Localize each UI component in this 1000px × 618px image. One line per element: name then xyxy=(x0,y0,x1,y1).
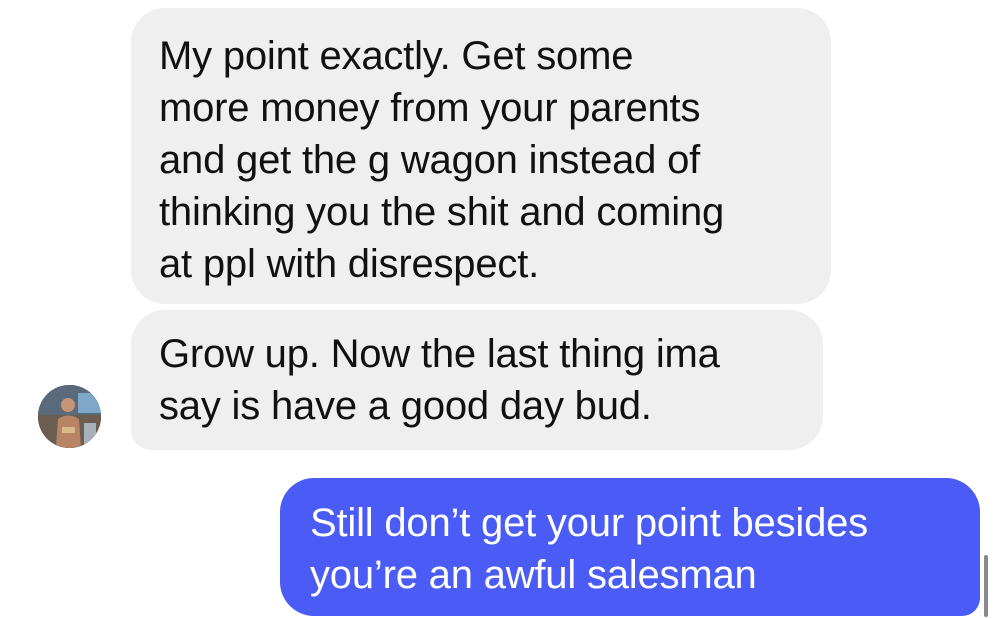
outgoing-message-bubble[interactable]: Still don’t get your point besides you’r… xyxy=(280,478,980,616)
scrollbar[interactable] xyxy=(984,555,988,617)
incoming-message-bubble[interactable]: Grow up. Now the last thing ima say is h… xyxy=(131,310,823,450)
incoming-message-bubble[interactable]: My point exactly. Get some more money fr… xyxy=(131,8,831,304)
avatar-photo-icon xyxy=(38,385,101,448)
message-thread: My point exactly. Get some more money fr… xyxy=(0,0,1000,618)
contact-avatar[interactable] xyxy=(38,385,101,448)
